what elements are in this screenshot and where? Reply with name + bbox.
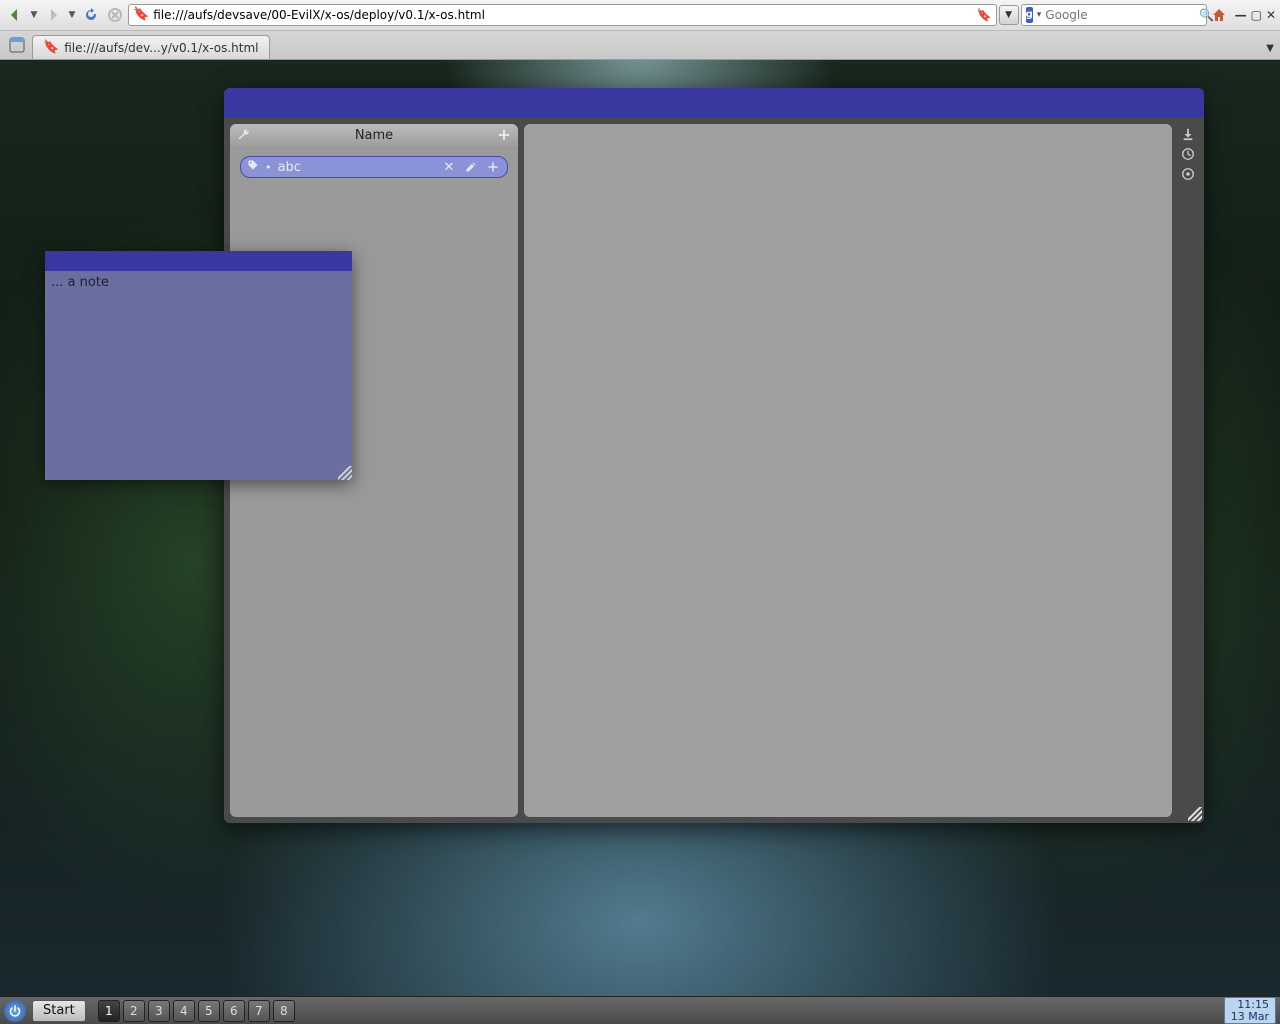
clock-icon[interactable] bbox=[1180, 146, 1196, 162]
item-close-icon[interactable]: ✕ bbox=[441, 159, 457, 175]
workspace-switcher: 12345678 bbox=[98, 1000, 295, 1022]
note-body[interactable]: ... a note bbox=[45, 271, 352, 480]
add-icon[interactable] bbox=[496, 127, 512, 143]
panel-list: • abc ✕ bbox=[230, 146, 518, 188]
wrench-icon[interactable] bbox=[236, 127, 252, 143]
search-bar[interactable]: g ▾ 🔍 bbox=[1021, 4, 1207, 26]
clock-time: 11:15 bbox=[1231, 999, 1269, 1011]
search-input[interactable] bbox=[1045, 8, 1195, 22]
taskbar-clock[interactable]: 11:15 13 Mar bbox=[1224, 997, 1276, 1024]
url-bar[interactable]: 🔖 🔖 bbox=[128, 4, 997, 26]
tab-overflow-dropdown[interactable]: ▼ bbox=[1266, 43, 1274, 54]
url-input[interactable] bbox=[153, 8, 972, 22]
tab-favicon-icon: 🔖 bbox=[43, 40, 59, 55]
left-panel-title: Name bbox=[252, 128, 496, 143]
power-button[interactable] bbox=[4, 1000, 26, 1022]
start-label: Start bbox=[43, 1003, 75, 1018]
url-history-dropdown[interactable]: ▼ bbox=[999, 5, 1019, 25]
maximize-button[interactable]: ▢ bbox=[1251, 8, 1262, 22]
tag-icon bbox=[247, 159, 259, 175]
workspace-button-7[interactable]: 7 bbox=[248, 1000, 270, 1022]
start-button[interactable]: Start bbox=[32, 1000, 86, 1022]
workspace-button-3[interactable]: 3 bbox=[148, 1000, 170, 1022]
home-button[interactable] bbox=[1209, 5, 1229, 25]
back-button[interactable] bbox=[4, 4, 26, 26]
note-resize-handle[interactable] bbox=[338, 466, 352, 480]
item-edit-icon[interactable] bbox=[463, 159, 479, 175]
item-add-icon[interactable] bbox=[485, 159, 501, 175]
browser-tabbar: 🔖 file:///aufs/dev...y/v0.1/x-os.html ▼ bbox=[0, 31, 1280, 59]
tab-label: file:///aufs/dev...y/v0.1/x-os.html bbox=[64, 41, 258, 55]
note-titlebar[interactable] bbox=[45, 251, 352, 271]
forward-history-dropdown[interactable]: ▼ bbox=[66, 10, 78, 20]
note-widget: ... a note bbox=[45, 251, 352, 480]
list-item[interactable]: • abc ✕ bbox=[240, 156, 508, 178]
taskbar: Start 12345678 11:15 13 Mar bbox=[0, 996, 1280, 1024]
app-titlebar[interactable] bbox=[224, 88, 1204, 118]
resize-handle[interactable] bbox=[1188, 807, 1202, 821]
workspace-button-6[interactable]: 6 bbox=[223, 1000, 245, 1022]
minimize-button[interactable]: — bbox=[1235, 8, 1247, 22]
bullet-icon: • bbox=[265, 161, 272, 174]
browser-toolbar: ▼ ▼ 🔖 🔖 ▼ g ▾ 🔍 — ▢ ✕ bbox=[0, 0, 1280, 31]
workspace-button-8[interactable]: 8 bbox=[273, 1000, 295, 1022]
workspace-button-1[interactable]: 1 bbox=[98, 1000, 120, 1022]
note-text: ... a note bbox=[51, 275, 109, 290]
bookmark-icon[interactable]: 🔖 bbox=[977, 8, 992, 22]
close-button[interactable]: ✕ bbox=[1266, 8, 1276, 22]
target-icon[interactable] bbox=[1180, 166, 1196, 182]
search-engine-icon[interactable]: g bbox=[1026, 7, 1033, 23]
stop-button[interactable] bbox=[104, 4, 126, 26]
download-icon[interactable] bbox=[1180, 126, 1196, 142]
search-engine-dropdown[interactable]: ▾ bbox=[1037, 10, 1042, 20]
forward-button[interactable] bbox=[42, 4, 64, 26]
back-history-dropdown[interactable]: ▼ bbox=[28, 10, 40, 20]
clock-date: 13 Mar bbox=[1231, 1011, 1269, 1023]
browser-chrome: ▼ ▼ 🔖 🔖 ▼ g ▾ 🔍 — ▢ ✕ bbox=[0, 0, 1280, 60]
right-panel bbox=[524, 124, 1172, 817]
workspace-button-2[interactable]: 2 bbox=[123, 1000, 145, 1022]
favicon-icon: 🔖 bbox=[133, 7, 149, 22]
workspace-button-4[interactable]: 4 bbox=[173, 1000, 195, 1022]
tabbar-app-icon[interactable] bbox=[6, 34, 28, 56]
reload-button[interactable] bbox=[80, 4, 102, 26]
workspace-button-5[interactable]: 5 bbox=[198, 1000, 220, 1022]
browser-tab[interactable]: 🔖 file:///aufs/dev...y/v0.1/x-os.html bbox=[32, 35, 270, 59]
app-window: Name • abc ✕ bbox=[224, 88, 1204, 823]
right-sidebar bbox=[1178, 124, 1198, 817]
left-panel-header: Name bbox=[230, 124, 518, 146]
list-item-label: abc bbox=[278, 160, 301, 175]
